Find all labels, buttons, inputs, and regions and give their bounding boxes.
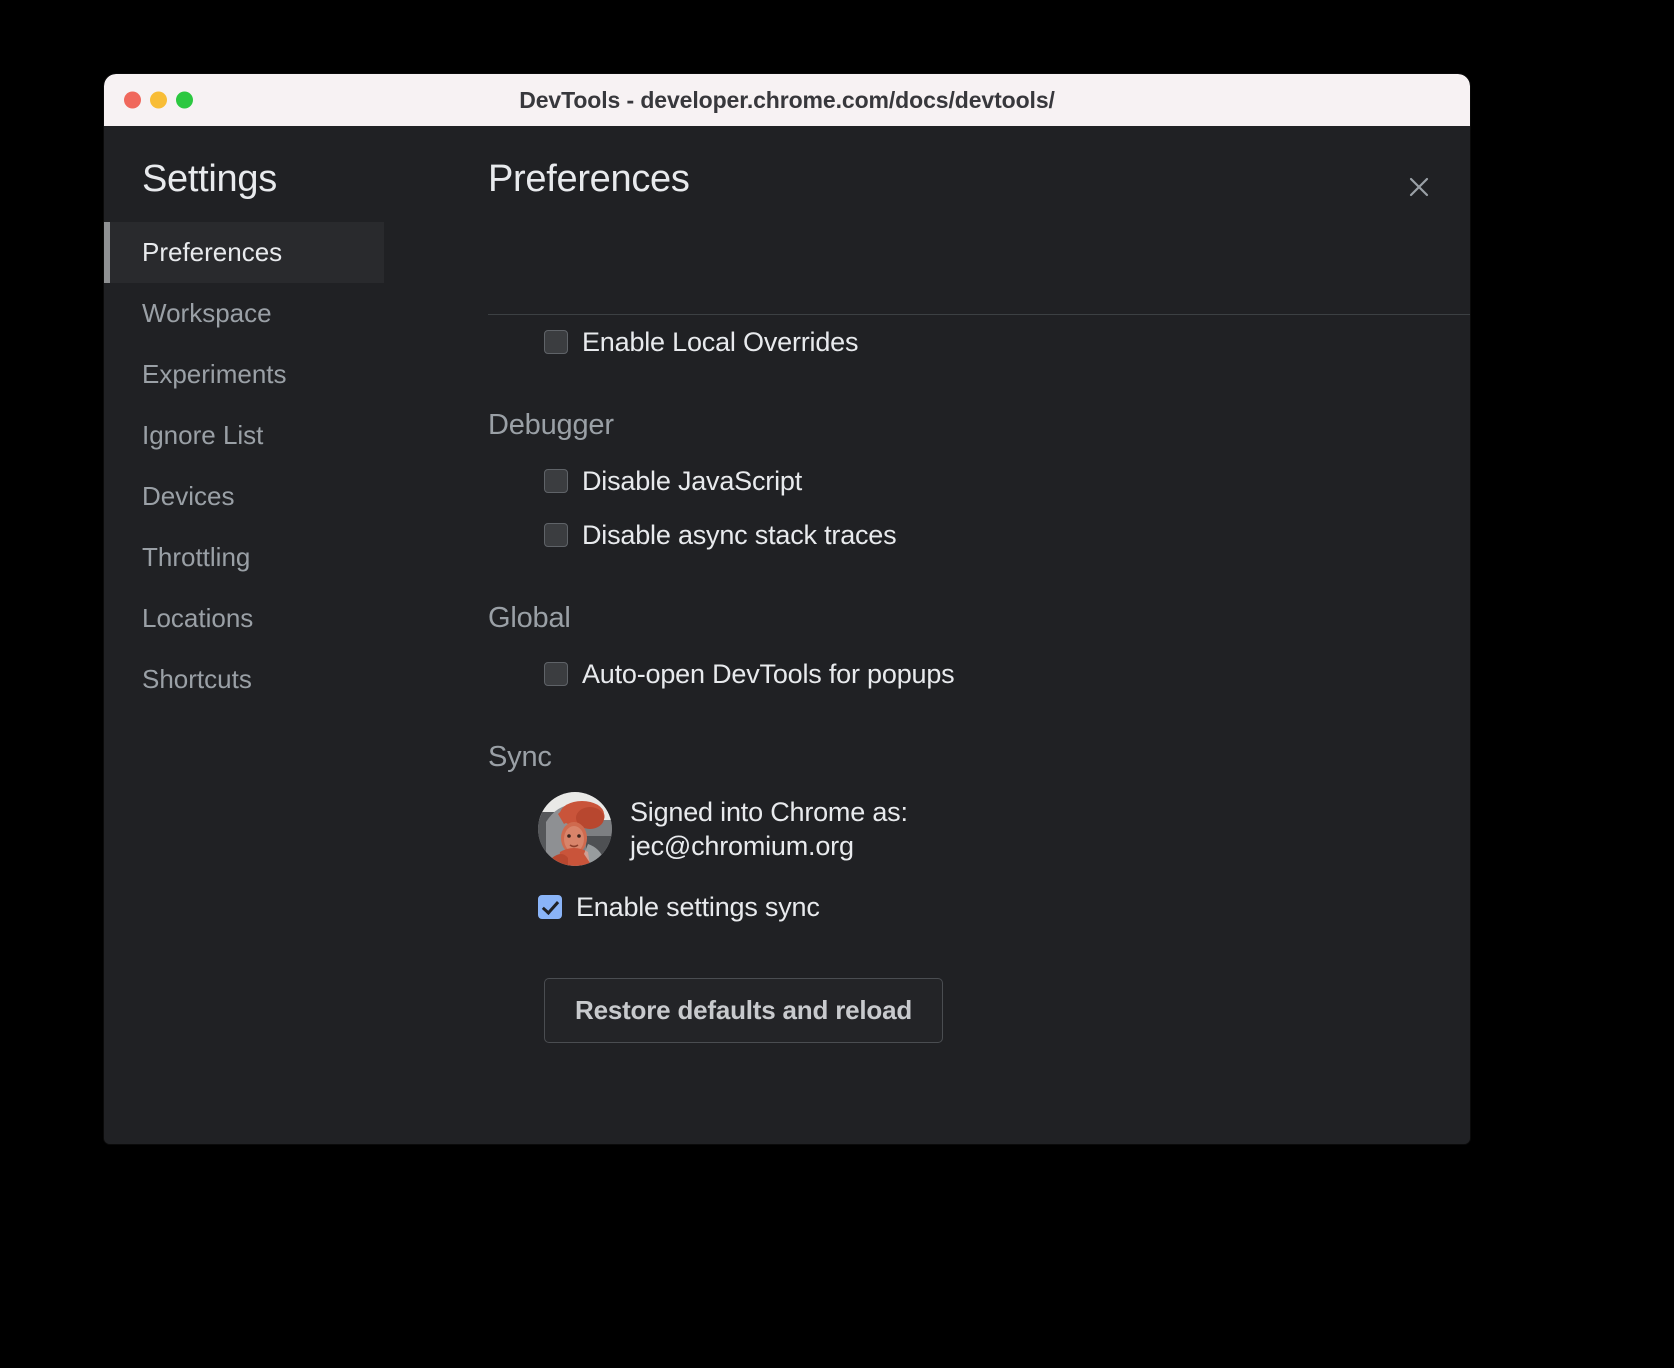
setting-label: Disable JavaScript [582, 466, 802, 497]
sidebar-item-locations[interactable]: Locations [104, 588, 384, 649]
sidebar-item-label: Devices [142, 481, 234, 512]
checkbox-disable-async-stack-traces[interactable] [544, 523, 568, 547]
sidebar-item-shortcuts[interactable]: Shortcuts [104, 649, 384, 710]
sidebar-item-label: Ignore List [142, 420, 263, 451]
window-close-button[interactable] [124, 92, 141, 109]
sidebar-item-experiments[interactable]: Experiments [104, 344, 384, 405]
window-minimize-button[interactable] [150, 92, 167, 109]
setting-row-auto-open-devtools-for-popups[interactable]: Auto-open DevTools for popups [488, 647, 1470, 701]
setting-label: Auto-open DevTools for popups [582, 659, 954, 690]
settings-sidebar: Settings Preferences Workspace Experimen… [104, 126, 384, 1144]
account-email: jec@chromium.org [630, 829, 908, 863]
sidebar-item-devices[interactable]: Devices [104, 466, 384, 527]
sidebar-title: Settings [142, 158, 277, 201]
sidebar-item-label: Locations [142, 603, 253, 634]
account-text: Signed into Chrome as: jec@chromium.org [630, 795, 908, 863]
checkbox-disable-javascript[interactable] [544, 469, 568, 493]
traffic-lights [124, 92, 193, 109]
window-maximize-button[interactable] [176, 92, 193, 109]
devtools-body: Settings Preferences Workspace Experimen… [104, 126, 1470, 1144]
devtools-window: DevTools - developer.chrome.com/docs/dev… [104, 74, 1470, 1144]
preferences-content: Enable source maps Enable Local Override… [488, 314, 1470, 1043]
sidebar-item-workspace[interactable]: Workspace [104, 283, 384, 344]
setting-label: Enable Local Overrides [582, 327, 858, 358]
page-title: Preferences [488, 158, 690, 201]
sidebar-item-label: Throttling [142, 542, 250, 573]
restore-defaults-and-reload-button[interactable]: Restore defaults and reload [544, 978, 943, 1043]
checkbox-auto-open-devtools-for-popups[interactable] [544, 662, 568, 686]
setting-row-enable-settings-sync[interactable]: Enable settings sync [488, 880, 1470, 934]
sidebar-item-label: Preferences [142, 237, 282, 268]
preferences-panel: Preferences Enable source maps Enable Lo… [384, 126, 1470, 1144]
setting-row-disable-javascript[interactable]: Disable JavaScript [488, 454, 1470, 508]
avatar-photo [538, 792, 612, 866]
account-row: Signed into Chrome as: jec@chromium.org [488, 792, 1470, 866]
section-heading-debugger: Debugger [488, 409, 1470, 442]
sidebar-item-label: Shortcuts [142, 664, 252, 695]
setting-row-enable-local-overrides[interactable]: Enable Local Overrides [488, 315, 1470, 369]
window-titlebar: DevTools - developer.chrome.com/docs/dev… [104, 74, 1470, 126]
avatar [538, 792, 612, 866]
sidebar-item-list: Preferences Workspace Experiments Ignore… [104, 222, 384, 710]
section-heading-global: Global [488, 602, 1470, 635]
sidebar-item-label: Experiments [142, 359, 287, 390]
checkbox-enable-local-overrides[interactable] [544, 330, 568, 354]
setting-label: Enable settings sync [576, 892, 820, 923]
sidebar-item-preferences[interactable]: Preferences [104, 222, 384, 283]
sidebar-item-ignore-list[interactable]: Ignore List [104, 405, 384, 466]
signed-in-label: Signed into Chrome as: [630, 795, 908, 829]
window-title: DevTools - developer.chrome.com/docs/dev… [104, 87, 1470, 114]
checkbox-enable-settings-sync[interactable] [538, 895, 562, 919]
section-heading-sync: Sync [488, 741, 1470, 774]
setting-row-disable-async-stack-traces[interactable]: Disable async stack traces [488, 508, 1470, 562]
restore-button-wrap: Restore defaults and reload [488, 978, 1470, 1043]
preferences-scroll-viewport: Enable source maps Enable Local Override… [488, 314, 1470, 1144]
sidebar-item-throttling[interactable]: Throttling [104, 527, 384, 588]
sidebar-item-label: Workspace [142, 298, 272, 329]
setting-label: Disable async stack traces [582, 520, 896, 551]
